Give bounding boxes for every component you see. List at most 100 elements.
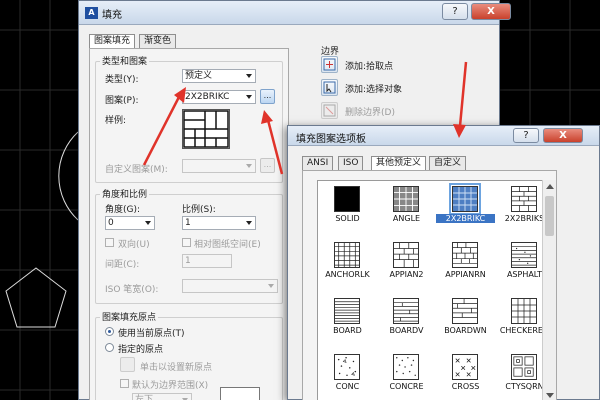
angle-select-value: 0 [108, 218, 114, 228]
current-origin-label: 使用当前原点(T) [118, 329, 185, 339]
ctysqrn-icon [511, 354, 537, 380]
hatch-panel: 类型和图案 类型(Y): 预定义 图案(P): 2X2BRIKC ... 样例: [89, 48, 289, 400]
asphalt-icon [511, 242, 537, 268]
iso-pen-label: ISO 笔宽(O): [105, 285, 159, 295]
relative-paper-label: 相对图纸空间(E) [194, 240, 261, 250]
specified-origin-radio[interactable] [105, 343, 114, 352]
tab-ansi[interactable]: ANSI [302, 156, 334, 171]
pick-points-label: 添加:拾取点 [345, 62, 394, 72]
custom-pattern-select[interactable] [182, 159, 256, 173]
chevron-down-icon [268, 284, 274, 288]
angle-label: 角度(G): [105, 205, 141, 215]
pattern-grid: SOLID ANGLE 2X2BRIKC 2X2BRIKS ANCHORLK A… [317, 180, 553, 400]
pattern-anchorlk[interactable]: ANCHORLK [318, 237, 377, 297]
brick-grid-icon [183, 110, 229, 148]
pick-points-button[interactable] [321, 56, 338, 73]
anchorlk-icon [334, 242, 360, 268]
tab-iso[interactable]: ISO [338, 156, 364, 171]
pick-points-icon [323, 58, 336, 71]
boardv-icon [393, 298, 419, 324]
cad-circle-arc [58, 131, 79, 221]
pattern-2x2brikc[interactable]: 2X2BRIKC [436, 181, 495, 241]
palette-help-button[interactable]: ? [513, 128, 539, 143]
sample-label: 样例: [105, 116, 127, 126]
pattern-label: 图案(P): [105, 96, 139, 106]
type-label: 类型(Y): [105, 75, 139, 85]
chevron-down-icon [246, 74, 252, 78]
help-button[interactable]: ? [442, 3, 468, 20]
chevron-down-icon [246, 221, 252, 225]
origin-position-value: 左下 [135, 395, 154, 400]
solid-icon [334, 186, 360, 212]
select-objects-label: 添加:选择对象 [345, 85, 403, 95]
pattern-cross[interactable]: CROSS [436, 349, 495, 400]
pattern-appianrn[interactable]: APPIANRN [436, 237, 495, 297]
current-origin-radio[interactable] [105, 327, 114, 336]
spacing-input[interactable]: 1 [182, 254, 232, 268]
pattern-board[interactable]: BOARD [318, 293, 377, 353]
palette-titlebar[interactable]: 填充图案选项板 ? X [288, 126, 599, 146]
pattern-sample-swatch[interactable] [182, 109, 230, 149]
hatch-dialog-title: 填充 [102, 10, 122, 21]
boardwn-icon [452, 298, 478, 324]
brick-icon [511, 186, 537, 212]
concre-icon [393, 354, 419, 380]
app-icon: A [85, 7, 98, 19]
scale-label: 比例(S): [182, 205, 216, 215]
pattern-browse-button[interactable]: ... [260, 89, 275, 104]
scale-select[interactable]: 1 [182, 216, 256, 230]
pattern-palette-dialog: 填充图案选项板 ? X ANSI ISO 其他预定义 自定义 SOLID ANG… [287, 125, 600, 400]
close-button[interactable]: X [471, 3, 511, 20]
pattern-conc[interactable]: CONC [318, 349, 377, 400]
scroll-thumb[interactable] [545, 196, 554, 236]
type-select[interactable]: 预定义 [182, 69, 256, 83]
pattern-solid[interactable]: SOLID [318, 181, 377, 241]
conc-icon [334, 354, 360, 380]
board-icon [334, 298, 360, 324]
tab-gradient[interactable]: 渐变色 [139, 34, 177, 49]
chevron-down-icon [246, 95, 252, 99]
chevron-down-icon [145, 221, 151, 225]
select-objects-button[interactable] [321, 79, 338, 96]
angle-select[interactable]: 0 [105, 216, 155, 230]
origin-position-select[interactable]: 左下 [132, 393, 192, 400]
pattern-boardwn[interactable]: BOARDWN [436, 293, 495, 353]
scale-select-value: 1 [185, 218, 191, 228]
iso-pen-select[interactable] [182, 279, 278, 293]
custom-pattern-browse-button[interactable]: ... [260, 158, 275, 173]
origin-preview-swatch [220, 387, 260, 400]
type-pattern-group-title: 类型和图案 [100, 54, 150, 67]
angle-icon [393, 186, 419, 212]
pattern-boardv[interactable]: BOARDV [377, 293, 436, 353]
spacing-label: 间距(C): [105, 260, 140, 270]
double-checkbox[interactable] [105, 238, 114, 247]
angle-scale-group-title: 角度和比例 [100, 187, 150, 200]
type-select-value: 预定义 [185, 71, 213, 81]
brick-grid-icon [449, 183, 481, 215]
appian-icon [393, 242, 419, 268]
pattern-select[interactable]: 2X2BRIKC [182, 90, 256, 104]
set-origin-label: 单击以设置新原点 [140, 363, 213, 373]
remove-boundary-label: 删除边界(D) [345, 108, 395, 118]
pattern-angle[interactable]: ANGLE [377, 181, 436, 241]
remove-boundary-icon [323, 104, 336, 117]
default-extent-checkbox[interactable] [120, 379, 129, 388]
relative-paper-checkbox[interactable] [182, 238, 191, 247]
remove-boundary-button[interactable] [321, 102, 338, 119]
cross-icon [452, 354, 478, 380]
double-label: 双向(U) [118, 240, 150, 250]
pattern-appian2[interactable]: APPIAN2 [377, 237, 436, 297]
hatch-dialog-titlebar[interactable]: A 填充 ? X [79, 1, 511, 25]
scroll-up-icon[interactable] [546, 184, 554, 189]
palette-close-button[interactable]: X [543, 128, 583, 143]
specified-origin-label: 指定的原点 [118, 345, 164, 355]
tab-custom[interactable]: 自定义 [429, 156, 467, 171]
scroll-down-icon[interactable] [546, 393, 554, 398]
spacing-input-value: 1 [185, 256, 191, 266]
set-origin-button[interactable] [120, 357, 135, 372]
appianrn-icon [452, 242, 478, 268]
pattern-grid-scrollbar[interactable] [542, 180, 556, 400]
pattern-concre[interactable]: CONCRE [377, 349, 436, 400]
palette-title: 填充图案选项板 [296, 134, 366, 145]
checkered-icon [511, 298, 537, 324]
